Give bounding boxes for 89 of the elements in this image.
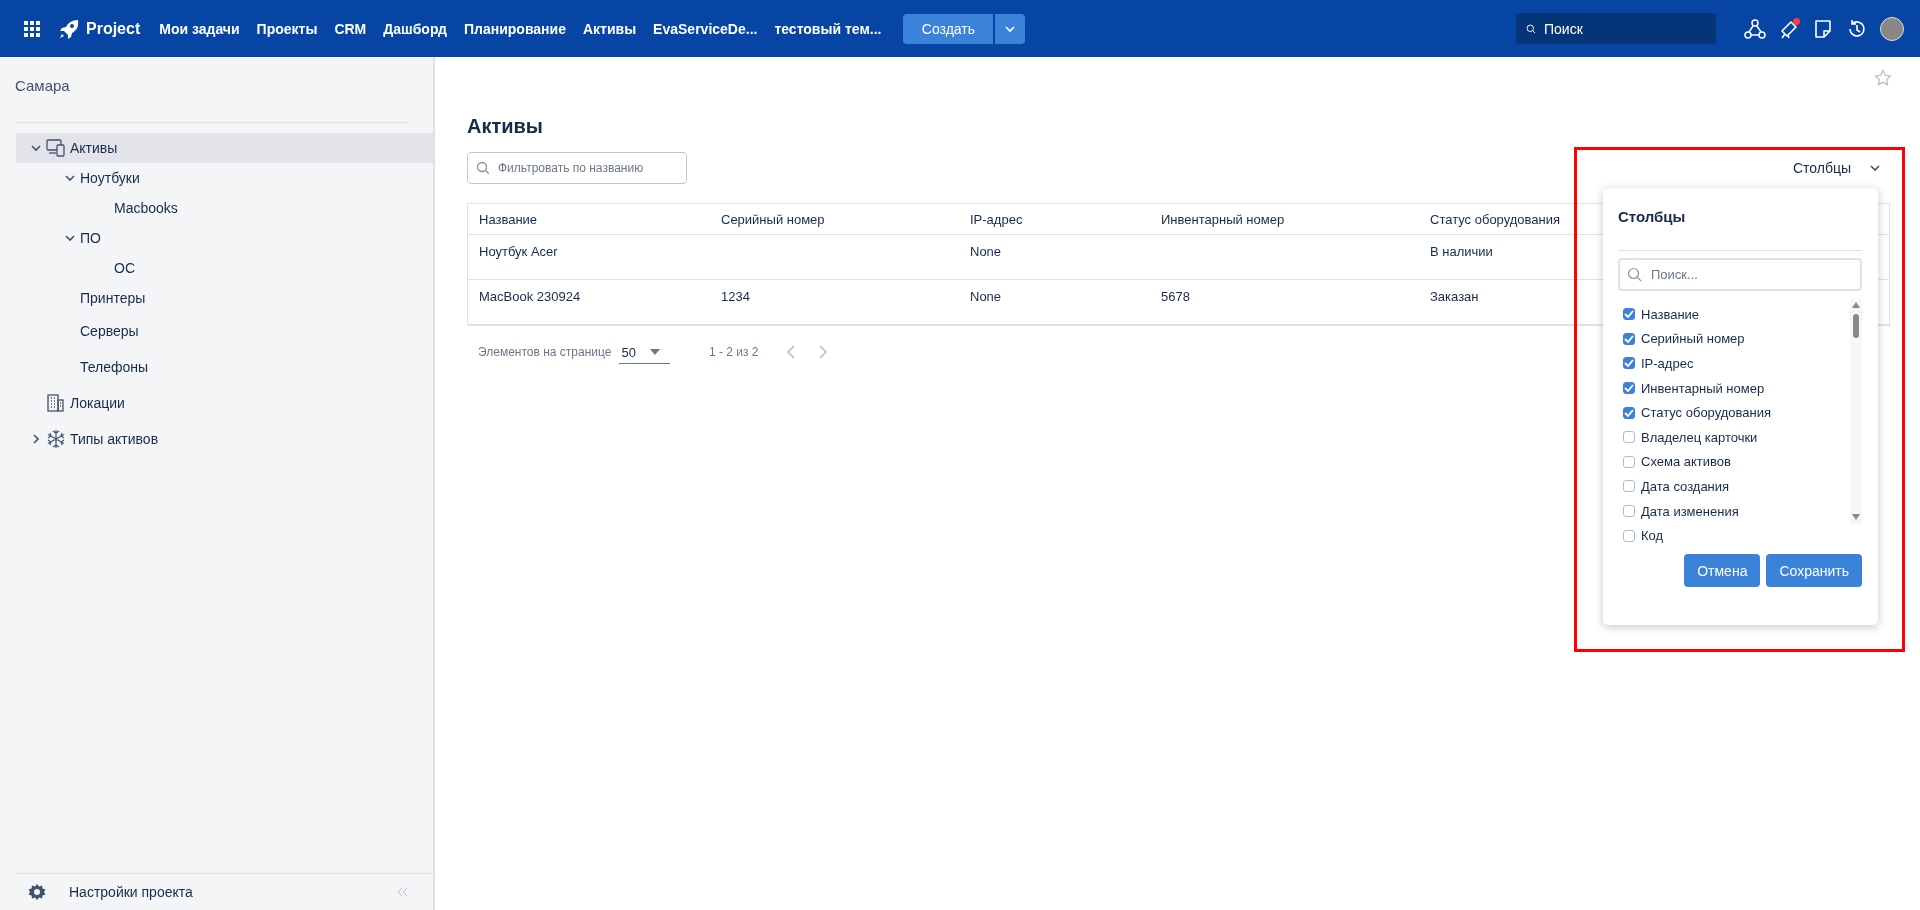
dropdown-triangle-icon	[649, 349, 660, 355]
column-checkbox-item[interactable]: Серийный номер	[1618, 326, 1850, 352]
nav-link[interactable]: Проекты	[256, 20, 318, 37]
checkbox[interactable]	[1623, 308, 1635, 321]
history-icon[interactable]	[1846, 17, 1868, 40]
tree-item[interactable]: Активы	[16, 133, 433, 163]
column-header[interactable]: IP-адрес	[959, 211, 1150, 227]
column-checkbox-item[interactable]: Код	[1618, 523, 1850, 548]
page-range: 1 - 2 из 2	[708, 345, 759, 359]
checkmark-icon	[1624, 384, 1634, 393]
table-cell: В наличии	[1430, 244, 1493, 259]
chevron-down-icon	[1869, 162, 1881, 174]
column-header[interactable]: Серийный номер	[710, 211, 959, 227]
column-header[interactable]: Инвентарный номер	[1150, 211, 1419, 227]
checkmark-icon	[1624, 408, 1634, 417]
checkbox[interactable]	[1623, 382, 1635, 395]
search-icon	[1526, 21, 1536, 36]
page-title: Активы	[467, 115, 544, 138]
scrollbar-drawing[interactable]	[1850, 298, 1862, 524]
tree-item[interactable]: ПО	[16, 223, 433, 253]
checkbox[interactable]	[1623, 529, 1635, 542]
tree-item[interactable]: Локации	[16, 385, 433, 421]
checkbox[interactable]	[1623, 332, 1635, 345]
table-cell: None	[970, 289, 1002, 304]
create-button[interactable]: Создать	[903, 13, 994, 44]
checkbox[interactable]	[1623, 480, 1635, 493]
nav-link[interactable]: Планирование	[464, 20, 566, 37]
building-icon	[46, 393, 66, 413]
search-field[interactable]: Поиск...	[1618, 258, 1862, 291]
nav-link[interactable]: Мои задачи	[159, 20, 240, 37]
nav-link[interactable]: CRM	[334, 20, 367, 37]
column-checkbox-item[interactable]: Владелец карточки	[1618, 424, 1850, 450]
table-cell: MacBook 230924	[479, 289, 581, 304]
gear-icon	[28, 883, 46, 901]
product-name[interactable]: Project	[86, 19, 141, 38]
page-size-label: Элементов на странице	[478, 345, 612, 359]
checkbox[interactable]	[1623, 505, 1635, 518]
checkmark-icon	[1624, 334, 1634, 343]
checkbox[interactable]	[1623, 455, 1635, 468]
column-checkbox-item[interactable]: Схема активов	[1618, 449, 1850, 475]
nav-link[interactable]: тестовый тем...	[774, 20, 882, 37]
search-input[interactable]: Поиск	[1542, 19, 1706, 38]
checkbox[interactable]	[1623, 431, 1635, 444]
column-checkbox-item[interactable]: Дата изменения	[1618, 498, 1850, 524]
note-icon[interactable]	[1812, 17, 1834, 40]
table-cell: Ноутбук Acer	[479, 244, 558, 259]
nav-link[interactable]: EvaServiceDe...	[653, 20, 758, 37]
checkmark-icon	[1624, 359, 1634, 368]
tree-item[interactable]: Ноутбуки	[16, 163, 433, 193]
column-header[interactable]: Название	[468, 211, 710, 227]
popup-button[interactable]: Отмена	[1684, 554, 1761, 587]
settings-link[interactable]: Настройки проекта	[69, 884, 193, 900]
search-icon	[476, 161, 490, 175]
rocket-icon[interactable]	[58, 17, 80, 40]
tree-item[interactable]: Телефоны	[16, 349, 433, 385]
tree-item[interactable]: Принтеры	[16, 283, 433, 313]
popup-title: Столбцы	[1618, 207, 1687, 227]
search-field[interactable]: Поиск	[1516, 13, 1716, 44]
popup-button[interactable]: Сохранить	[1766, 554, 1862, 587]
triangle-nodes-icon[interactable]	[1744, 17, 1766, 40]
checkbox[interactable]	[1623, 406, 1635, 419]
columns-dropdown-button[interactable]: Столбцы	[1786, 159, 1887, 177]
star-icon[interactable]	[1874, 69, 1892, 87]
search-icon	[1627, 266, 1643, 283]
devices-icon	[46, 138, 66, 158]
column-checkbox-item[interactable]: Инвентарный номер	[1618, 375, 1850, 401]
table-cell: None	[970, 244, 1002, 259]
tree-item[interactable]: Серверы	[16, 313, 433, 349]
snowflake-icon	[46, 429, 66, 449]
table-cell: 5678	[1161, 289, 1190, 304]
project-name: Самара	[14, 76, 71, 96]
user-avatar[interactable]	[1880, 16, 1904, 41]
tree-item[interactable]: ОС	[16, 253, 433, 283]
filter-field[interactable]: Фильтровать по названию	[467, 152, 687, 184]
nav-link[interactable]: Дашборд	[383, 20, 447, 37]
column-checkbox-item[interactable]: Статус оборудования	[1618, 400, 1850, 425]
apps-grid-icon[interactable]	[24, 20, 40, 37]
checkmark-icon	[1624, 310, 1634, 319]
table-cell: Заказан	[1430, 289, 1479, 304]
tree-item[interactable]: Типы активов	[16, 421, 433, 457]
column-checkbox-item[interactable]: Дата создания	[1618, 474, 1850, 499]
page-size-select[interactable]: 50	[619, 340, 670, 364]
column-checkbox-item[interactable]: Название	[1618, 302, 1850, 327]
tree-item[interactable]: Macbooks	[16, 193, 433, 223]
table-cell: 1234	[721, 289, 750, 304]
dropdown-button[interactable]	[995, 13, 1026, 44]
checkbox[interactable]	[1623, 357, 1635, 370]
column-checkbox-item[interactable]: IP-адрес	[1618, 351, 1850, 376]
nav-link[interactable]: Активы	[582, 20, 637, 37]
